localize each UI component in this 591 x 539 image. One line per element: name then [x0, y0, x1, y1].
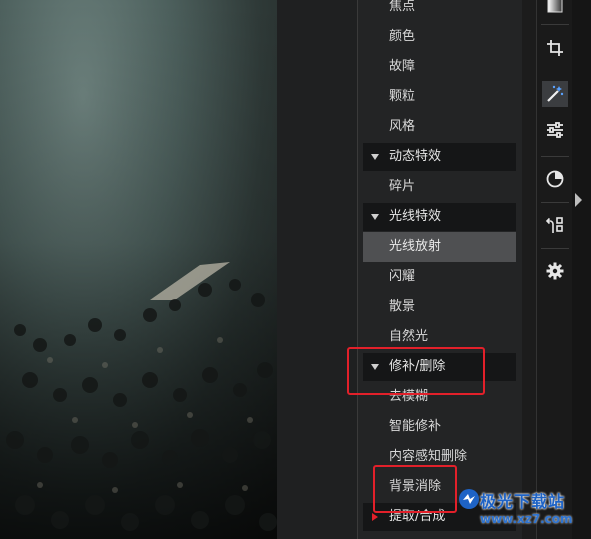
adjust-sliders-icon[interactable]: [542, 117, 568, 143]
effect-item-smart-repair[interactable]: 智能修补: [363, 412, 516, 442]
effect-item-focus[interactable]: 焦点: [363, 0, 516, 22]
color-circle-icon[interactable]: [542, 166, 568, 192]
gradient-icon[interactable]: [542, 0, 568, 18]
group-header-light-effects[interactable]: 光线特效: [363, 203, 516, 231]
crop-icon[interactable]: [542, 35, 568, 61]
settings-gear-icon[interactable]: [542, 258, 568, 284]
toolbar-divider: [541, 24, 569, 25]
highlight-box-repair-remove: [347, 347, 485, 395]
watermark: 极光下载站 www.xz7.com: [458, 486, 591, 539]
chevron-down-icon: [371, 214, 379, 220]
canvas-background: [277, 0, 357, 539]
toolbar-divider: [541, 248, 569, 249]
effect-item-color[interactable]: 颜色: [363, 22, 516, 52]
highlight-box-background-removal: [373, 465, 457, 513]
watermark-url: www.xz7.com: [480, 512, 573, 526]
expand-arrow-icon[interactable]: [575, 193, 582, 207]
toolbar-divider: [541, 156, 569, 157]
panel-scrollbar[interactable]: [522, 0, 536, 539]
group-header-label: 光线特效: [389, 209, 442, 224]
panel-collapse-strip: [572, 0, 591, 539]
tool-strip: [536, 0, 573, 539]
effect-item-sparkle[interactable]: 闪耀: [363, 262, 516, 292]
chevron-down-icon: [371, 154, 379, 160]
watermark-title: 极光下载站: [480, 492, 566, 511]
toolbar-divider: [541, 202, 569, 203]
watermark-logo-icon: [459, 489, 479, 509]
group-header-label: 动态特效: [389, 149, 442, 164]
crowd-photo: [0, 0, 277, 539]
group-header-motion-effects[interactable]: 动态特效: [363, 143, 516, 171]
effect-item-style[interactable]: 风格: [363, 112, 516, 142]
chevron-right-icon: [372, 513, 378, 521]
transform-icon[interactable]: [542, 212, 568, 238]
effect-item-bokeh[interactable]: 散景: [363, 292, 516, 322]
effect-item-glitch[interactable]: 故障: [363, 52, 516, 82]
effect-item-shatter[interactable]: 碎片: [363, 172, 516, 202]
effect-item-light-rays[interactable]: 光线放射: [363, 232, 516, 262]
magic-wand-icon[interactable]: [542, 81, 568, 107]
photo-canvas[interactable]: [0, 0, 277, 539]
effect-item-grain[interactable]: 颗粒: [363, 82, 516, 112]
effects-panel: 焦点 颜色 故障 颗粒 风格 动态特效 碎片 光线特效 光线放射 闪耀 散景 自…: [357, 0, 523, 539]
